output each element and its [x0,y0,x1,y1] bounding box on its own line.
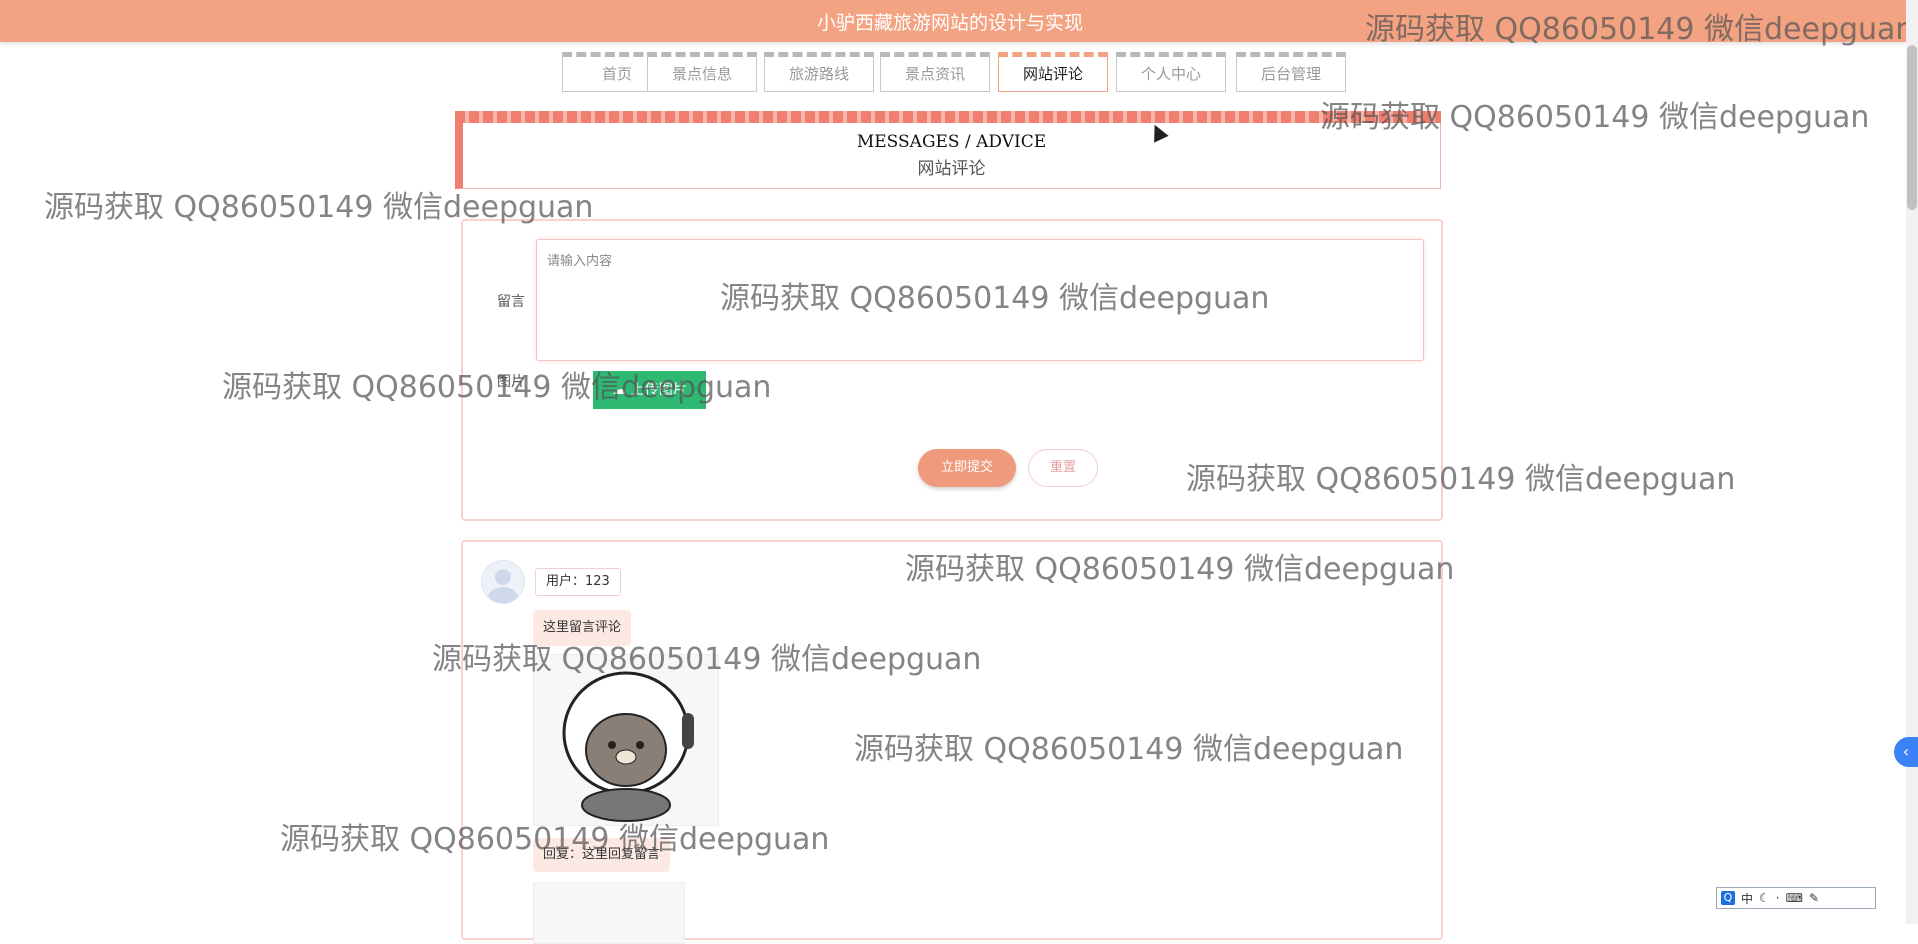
nav-routes[interactable]: 旅游路线 [764,52,874,92]
section-title-cn: 网站评论 [917,159,986,179]
avatar [481,560,525,604]
watermark-text: 源码获取 QQ86050149 微信deepguan [720,281,1270,316]
site-title: 小驴西藏旅游网站的设计与实现 [816,12,1083,34]
astronaut-illustration [562,671,694,822]
comment-image [533,654,719,826]
watermark-text: 源码获取 QQ86050149 微信deepguan [1365,12,1915,47]
watermark-text: 源码获取 QQ86050149 微信deepguan [1186,462,1736,497]
watermark-text: 源码获取 QQ86050149 微信deepguan [854,732,1404,767]
submit-button[interactable]: 立即提交 [918,449,1016,487]
section-title-en: MESSAGES / ADVICE [856,132,1047,152]
moon-icon[interactable]: ☾ [1759,891,1770,905]
nav-personal-center[interactable]: 个人中心 [1116,52,1226,92]
dot-icon[interactable]: · [1776,891,1780,905]
message-label: 留言 [497,294,525,310]
ime-toolbar[interactable]: Q 中 ☾ · ⌨ ✎ [1716,887,1876,909]
page-scrollbar[interactable] [1906,0,1918,924]
watermark-text: 源码获取 QQ86050149 微信deepguan [280,822,830,857]
ime-logo-icon: Q [1721,891,1735,905]
reply-image [533,882,685,944]
chevron-left-icon[interactable]: ‹ [1894,737,1918,767]
main-nav: 首页 景点信息 旅游路线 景点资讯 网站评论 个人中心 后台管理 [0,52,1918,94]
nav-news[interactable]: 景点资讯 [880,52,990,92]
watermark-text: 源码获取 QQ86050149 微信deepguan [222,370,772,405]
watermark-text: 源码获取 QQ86050149 微信deepguan [905,552,1455,587]
nav-attractions[interactable]: 景点信息 [647,52,757,92]
watermark-text: 源码获取 QQ86050149 微信deepguan [44,190,594,225]
keyboard-icon[interactable]: ⌨ [1786,891,1803,905]
watermark-text: 源码获取 QQ86050149 微信deepguan [1320,100,1870,135]
section-header: MESSAGES / ADVICE 网站评论 [455,111,1441,189]
scrollbar-thumb[interactable] [1907,45,1917,210]
nav-comments[interactable]: 网站评论 [998,52,1108,92]
wrench-icon[interactable]: ✎ [1809,891,1819,905]
ime-mode[interactable]: 中 [1741,890,1753,907]
comment-user: 用户：123 [535,568,621,596]
reset-button[interactable]: 重置 [1028,449,1098,487]
watermark-text: 源码获取 QQ86050149 微信deepguan [432,642,982,677]
nav-admin[interactable]: 后台管理 [1236,52,1346,92]
